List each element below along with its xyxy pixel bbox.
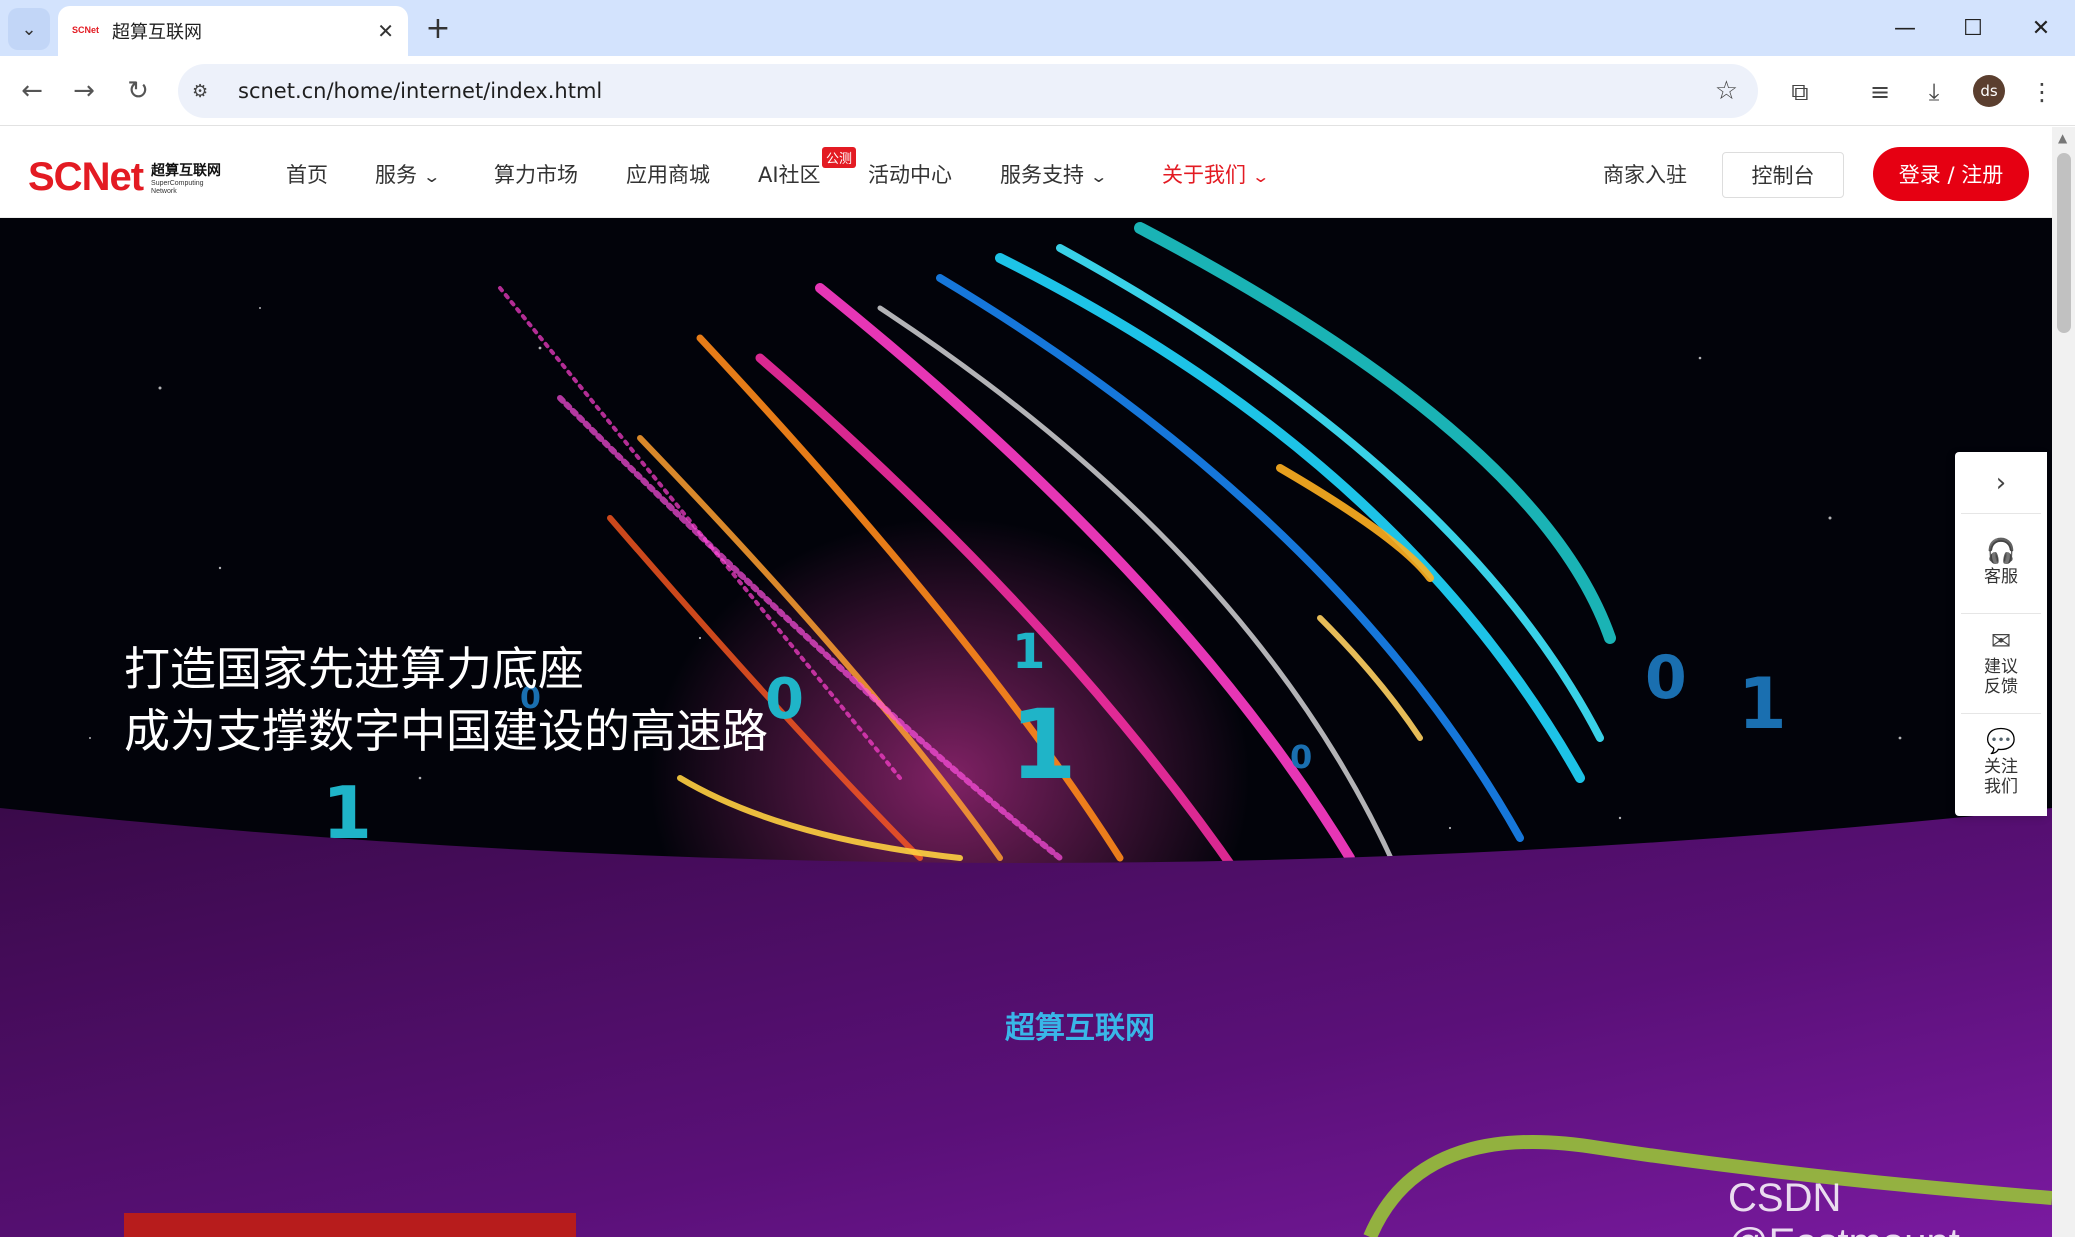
promo-card[interactable]	[124, 1213, 576, 1237]
tab-list-button[interactable]: ⌄	[8, 8, 50, 50]
svg-text:0: 0	[1290, 738, 1312, 776]
side-item-follow-us[interactable]: 💬 关注 我们	[1961, 714, 2041, 814]
slogan-line-1: 打造国家先进算力底座	[124, 642, 584, 696]
chevron-down-icon: ⌄	[1251, 167, 1271, 186]
site-header: SCNet 超算互联网 SuperComputing Network 首页 服务…	[0, 127, 2052, 218]
browser-tab-strip: ⌄ SCNet 超算互联网 ✕ + — ☐ ✕	[0, 0, 2075, 56]
new-tab-button[interactable]: +	[420, 10, 456, 46]
collapse-panel-button[interactable]: ›	[1961, 452, 2041, 514]
arrow-right-icon: →	[73, 76, 95, 106]
puzzle-icon[interactable]: ⧉	[1782, 74, 1818, 110]
logo-subtitle: 超算互联网 SuperComputing Network	[151, 160, 221, 196]
back-button[interactable]: ←	[12, 71, 52, 111]
nav-services-label: 服务	[375, 163, 417, 187]
wechat-icon: 💬	[1986, 727, 2016, 755]
merchant-join-link[interactable]: 商家入驻	[1603, 159, 1687, 189]
plus-icon: +	[425, 10, 451, 46]
nav-ai-community[interactable]: AI社区	[758, 159, 821, 189]
scroll-up-icon[interactable]: ▲	[2058, 131, 2067, 145]
console-button[interactable]: 控制台	[1722, 152, 1844, 198]
chevron-down-icon: ⌄	[21, 18, 37, 40]
floating-side-panel: › 🎧 客服 ✉ 建议 反馈 💬 关注 我们	[1955, 452, 2047, 816]
nav-home[interactable]: 首页	[286, 159, 328, 189]
nav-support-label: 服务支持	[1000, 163, 1084, 187]
svg-text:1: 1	[1012, 624, 1045, 680]
minimize-button[interactable]: —	[1880, 10, 1930, 46]
close-window-button[interactable]: ✕	[2016, 10, 2066, 46]
nav-services[interactable]: 服务 ⌄	[375, 159, 442, 189]
playlist-icon[interactable]: ≡	[1862, 74, 1898, 110]
reload-button[interactable]: ↻	[118, 71, 158, 111]
nav-support[interactable]: 服务支持 ⌄	[1000, 159, 1109, 189]
svg-text:0: 0	[765, 667, 804, 732]
favicon-icon: SCNet	[72, 25, 100, 35]
arrow-left-icon: ←	[21, 76, 43, 106]
browser-toolbar: ← → ↻ ⚙ scnet.cn/home/internet/index.htm…	[0, 56, 2075, 126]
tab-title: 超算互联网	[112, 22, 202, 43]
url-text[interactable]: scnet.cn/home/internet/index.html	[238, 79, 602, 103]
chevron-down-icon: ⌄	[422, 167, 442, 186]
watermark: CSDN @Eastmount	[1728, 1176, 1960, 1237]
side-item-label: 建议 反馈	[1984, 656, 2018, 697]
maximize-icon: ☐	[1963, 15, 1983, 41]
login-register-button[interactable]: 登录 / 注册	[1873, 147, 2029, 201]
side-item-label: 客服	[1984, 566, 2018, 587]
browser-tab[interactable]: SCNet 超算互联网 ✕	[58, 6, 408, 56]
minimize-icon: —	[1894, 15, 1916, 41]
logo-mark: SCNet	[28, 155, 144, 199]
site-logo[interactable]: SCNet 超算互联网 SuperComputing Network	[28, 155, 221, 200]
slogan-line-2: 成为支撑数字中国建设的高速路	[124, 704, 768, 758]
svg-text:1: 1	[1010, 689, 1077, 801]
headset-icon: 🎧	[1986, 536, 2016, 565]
nav-about-label: 关于我们	[1162, 163, 1246, 187]
close-icon: ✕	[2031, 15, 2051, 41]
kebab-menu-icon[interactable]: ⋮	[2024, 74, 2060, 110]
address-bar[interactable]: ⚙ scnet.cn/home/internet/index.html ☆	[178, 64, 1758, 118]
maximize-button[interactable]: ☐	[1948, 10, 1998, 46]
forward-button[interactable]: →	[64, 71, 104, 111]
nav-compute-market[interactable]: 算力市场	[494, 159, 578, 189]
reload-icon: ↻	[127, 76, 149, 106]
tune-icon[interactable]: ⚙	[192, 81, 220, 102]
chevron-down-icon: ⌄	[1089, 167, 1109, 186]
svg-text:0: 0	[1645, 643, 1687, 713]
beta-badge: 公测	[822, 147, 857, 168]
nav-app-store[interactable]: 应用商城	[626, 159, 710, 189]
hero-slogan: 打造国家先进算力底座 成为支撑数字中国建设的高速路	[124, 638, 768, 762]
scroll-thumb[interactable]	[2057, 153, 2071, 333]
page-scrollbar[interactable]: ▲	[2052, 127, 2075, 1237]
side-item-customer-service[interactable]: 🎧 客服	[1961, 514, 2041, 614]
feedback-mail-icon: ✉	[1990, 626, 2012, 655]
star-icon[interactable]: ☆	[1715, 76, 1738, 106]
side-item-feedback[interactable]: ✉ 建议 反馈	[1961, 614, 2041, 714]
section-title: 超算互联网	[1005, 1011, 1155, 1046]
logo-en-2: Network	[151, 187, 177, 195]
nav-about[interactable]: 关于我们 ⌄	[1162, 159, 1271, 189]
download-icon[interactable]: ⤓	[1916, 74, 1952, 110]
logo-en-1: SuperComputing	[151, 179, 204, 187]
nav-activity-center[interactable]: 活动中心	[868, 159, 952, 189]
logo-cn: 超算互联网	[151, 162, 222, 179]
close-icon[interactable]: ✕	[377, 19, 394, 43]
chevron-right-icon: ›	[1995, 467, 2007, 498]
profile-avatar[interactable]: ds	[1973, 75, 2005, 107]
svg-text:1: 1	[1738, 663, 1787, 745]
side-item-label: 关注 我们	[1984, 757, 2018, 797]
hero-banner: 1 1 1 0 0 1 0 0 打造国家先进算力底座 成为支撑数字中国建设的高速…	[0, 218, 2052, 1237]
